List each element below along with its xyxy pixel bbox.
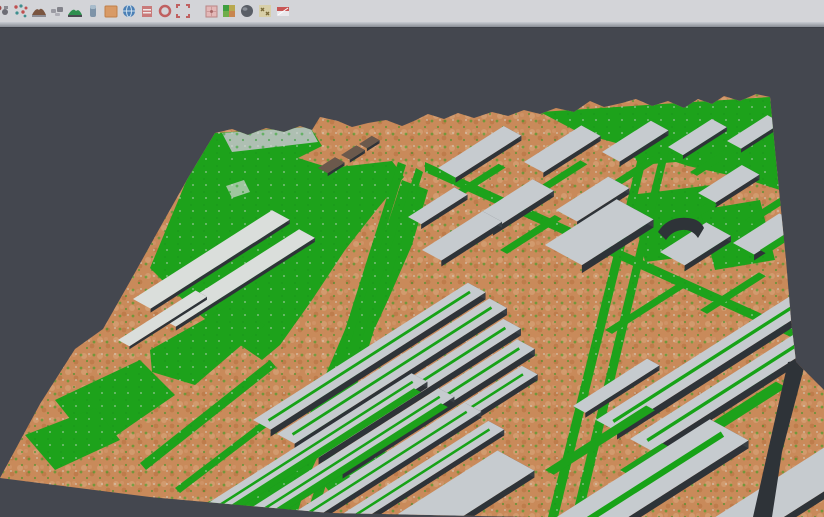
- toolbar-bevel: [0, 22, 824, 28]
- selection-brackets-icon[interactable]: [175, 3, 191, 19]
- point-cloud-scene[interactable]: [0, 0, 824, 517]
- ring-icon[interactable]: [157, 3, 173, 19]
- clear-x-icon[interactable]: [257, 3, 273, 19]
- toolbar: [0, 0, 824, 22]
- classification-map-icon[interactable]: [221, 3, 237, 19]
- mesh-fragments-icon[interactable]: [49, 3, 65, 19]
- viewport-3d[interactable]: [0, 0, 824, 517]
- terrain-brown-icon[interactable]: [31, 3, 47, 19]
- scatter-points-icon[interactable]: [13, 3, 29, 19]
- sphere-icon[interactable]: [239, 3, 255, 19]
- terrain-green-icon[interactable]: [67, 3, 83, 19]
- points-icon[interactable]: [0, 3, 11, 19]
- column-icon[interactable]: [85, 3, 101, 19]
- globe-icon[interactable]: [121, 3, 137, 19]
- layers-red-icon[interactable]: [139, 3, 155, 19]
- raster-grid-icon[interactable]: [203, 3, 219, 19]
- scene-root: [0, 27, 824, 517]
- flag-stripe-icon[interactable]: [275, 3, 291, 19]
- ortho-tile-icon[interactable]: [103, 3, 119, 19]
- application-window: [0, 0, 824, 517]
